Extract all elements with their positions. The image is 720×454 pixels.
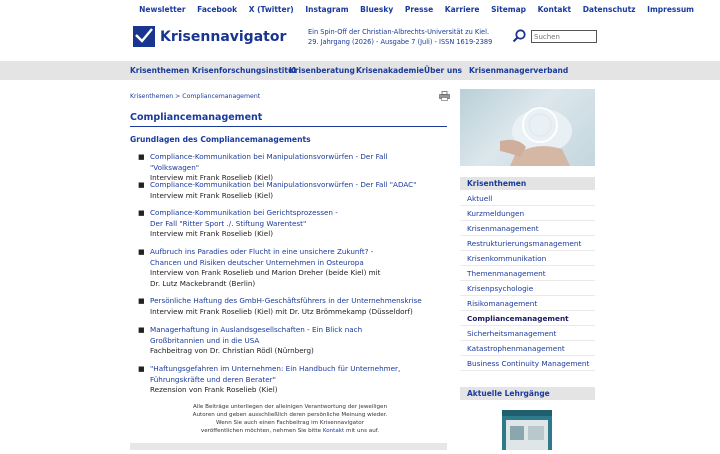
list-item: ■ Compliance-Kommunikation bei Gerichtsp… (138, 208, 438, 240)
search-input[interactable] (531, 30, 597, 43)
hero-image (460, 89, 595, 166)
site-logo[interactable]: Krisennavigator (133, 26, 286, 47)
nav-item-krisenberatung[interactable]: Krisenberatung (289, 66, 355, 75)
article-meta: Interview von Frank Roselieb und Marion … (150, 268, 381, 277)
top-link-kontakt[interactable]: Kontakt (538, 5, 571, 14)
bullet-icon: ■ (138, 297, 145, 305)
article-link-line-2[interactable]: Chancen und Risiken deutscher Unternehme… (150, 258, 438, 269)
page-title: Compliancemanagement (130, 112, 447, 127)
article-meta-line-2: Dr. Lutz Mackebrandt (Berlin) (150, 278, 256, 288)
breadcrumb[interactable]: Krisenthemen > Compliancemanagement (130, 93, 260, 100)
top-link-newsletter[interactable]: Newsletter (139, 5, 185, 14)
sidebar-item-themenmanagement[interactable]: Themenmanagement (460, 266, 595, 281)
course-brochure-image[interactable] (502, 410, 552, 450)
top-link-impressum[interactable]: Impressum (647, 5, 694, 14)
contact-link[interactable]: Kontakt (323, 428, 344, 434)
top-link-karriere[interactable]: Karriere (445, 5, 480, 14)
sidebar-item-katastrophenmanagement[interactable]: Katastrophenmanagement (460, 341, 595, 356)
article-link-line-2[interactable]: Großbritannien und in die USA (150, 336, 438, 347)
article-link[interactable]: Aufbruch ins Paradies oder Flucht in ein… (150, 247, 438, 258)
article-link-line-2[interactable]: Führungskräfte und deren Berater" (150, 375, 438, 386)
search-icon[interactable] (512, 29, 526, 43)
article-link[interactable]: Persönliche Haftung des GmbH-Geschäftsfü… (150, 296, 438, 307)
sidebar-item-sicherheitsmanagement[interactable]: Sicherheitsmanagement (460, 326, 595, 341)
bullet-icon: ■ (138, 153, 145, 161)
list-item: ■ "Haftungsgefahren im Unternehmen: Ein … (138, 364, 438, 396)
top-link-instagram[interactable]: Instagram (305, 5, 348, 14)
list-item: ■ Aufbruch ins Paradies oder Flucht in e… (138, 247, 438, 289)
article-link[interactable]: Compliance-Kommunikation bei Manipulatio… (150, 180, 438, 191)
bullet-icon: ■ (138, 181, 145, 189)
sidebar-heading[interactable]: Krisenthemen (460, 177, 595, 190)
sidebar-item-business-continuity-management[interactable]: Business Continuity Management (460, 356, 595, 371)
bullet-icon: ■ (138, 365, 145, 373)
article-meta: Interview mit Frank Roselieb (Kiel) (150, 229, 274, 238)
tagline: Ein Spin-Off der Christian-Albrechts-Uni… (308, 27, 492, 47)
nav-item-ueber-uns[interactable]: Über uns (424, 66, 462, 75)
list-item: ■ Compliance-Kommunikation bei Manipulat… (138, 152, 438, 184)
top-link-presse[interactable]: Presse (405, 5, 433, 14)
sidebar-item-kurzmeldungen[interactable]: Kurzmeldungen (460, 206, 595, 221)
top-link-datenschutz[interactable]: Datenschutz (583, 5, 636, 14)
content-footer-band (130, 443, 447, 450)
disclaimer-line-2: Autoren und geben ausschließlich deren p… (192, 412, 388, 418)
disclaimer: Alle Beiträge unterliegen der alleinigen… (180, 403, 400, 435)
sidebar-menu: Aktuell Kurzmeldungen Krisenmanagement R… (460, 191, 595, 371)
bullet-icon: ■ (138, 326, 145, 334)
main-navigation: Krisenthemen Krisenforschungsinstitut Kr… (0, 61, 720, 80)
top-link-x-twitter[interactable]: X (Twitter) (249, 5, 294, 14)
top-link-sitemap[interactable]: Sitemap (491, 5, 526, 14)
nav-item-krisenmanagerverband[interactable]: Krisenmanagerverband (469, 66, 568, 75)
print-icon[interactable] (439, 91, 450, 101)
bullet-icon: ■ (138, 248, 145, 256)
brand-name: Krisennavigator (160, 28, 287, 45)
article-meta: Interview mit Frank Roselieb (Kiel) mit … (150, 306, 413, 316)
sidebar-item-krisenkommunikation[interactable]: Krisenkommunikation (460, 251, 595, 266)
bullet-icon: ■ (138, 209, 145, 217)
list-item: ■ Persönliche Haftung des GmbH-Geschäfts… (138, 296, 438, 317)
top-links: Newsletter Facebook X (Twitter) Instagra… (130, 5, 694, 14)
list-item: ■ Managerhaftung in Auslandsgesellschaft… (138, 325, 438, 357)
section-subheading: Grundlagen des Compliancemanagements (130, 135, 311, 144)
sidebar-item-compliancemanagement[interactable]: Compliancemanagement (460, 311, 595, 326)
list-item: ■ Compliance-Kommunikation bei Manipulat… (138, 180, 438, 201)
article-meta: Rezension von Frank Roselieb (Kiel) (150, 385, 278, 394)
nav-item-krisenforschungsinstitut[interactable]: Krisenforschungsinstitut (192, 66, 297, 75)
article-link[interactable]: "Haftungsgefahren im Unternehmen: Ein Ha… (150, 364, 438, 375)
sidebar-heading-courses[interactable]: Aktuelle Lehrgänge (460, 387, 595, 400)
top-link-bluesky[interactable]: Bluesky (360, 5, 393, 14)
disclaimer-text: veröffentlichen möchten, nehmen Sie bitt… (200, 428, 322, 434)
article-link[interactable]: Compliance-Kommunikation bei Manipulatio… (150, 152, 438, 173)
article-link-line-2[interactable]: Der Fall "Ritter Sport ./. Stiftung Ware… (150, 219, 438, 230)
disclaimer-line-1: Alle Beiträge unterliegen der alleinigen… (192, 404, 388, 410)
sidebar-item-aktuell[interactable]: Aktuell (460, 191, 595, 206)
sidebar-item-restrukturierungsmanagement[interactable]: Restrukturierungsmanagement (460, 236, 595, 251)
article-meta: Interview mit Frank Roselieb (Kiel) (150, 190, 274, 200)
article-link[interactable]: Managerhaftung in Auslandsgesellschaften… (150, 325, 438, 336)
article-link[interactable]: Compliance-Kommunikation bei Gerichtspro… (150, 208, 438, 219)
disclaimer-line-4: veröffentlichen möchten, nehmen Sie bitt… (180, 427, 400, 435)
top-link-facebook[interactable]: Facebook (197, 5, 237, 14)
sidebar-item-risikomanagement[interactable]: Risikomanagement (460, 296, 595, 311)
tagline-line-2: 29. Jahrgang (2026) - Ausgabe 7 (Juli) -… (308, 38, 493, 46)
sidebar-item-krisenmanagement[interactable]: Krisenmanagement (460, 221, 595, 236)
nav-item-krisenakademie[interactable]: Krisenakademie (356, 66, 424, 75)
disclaimer-text-end: mit uns auf. (346, 428, 380, 434)
disclaimer-line-3: Wenn Sie auch einen Fachbeitrag im Krise… (216, 420, 364, 426)
tagline-line-1: Ein Spin-Off der Christian-Albrechts-Uni… (308, 28, 490, 36)
checkmark-logo-icon (133, 26, 155, 47)
article-meta: Fachbeitrag von Dr. Christian Rödl (Nürn… (150, 346, 314, 355)
nav-item-krisenthemen[interactable]: Krisenthemen (130, 66, 189, 75)
sidebar-item-krisenpsychologie[interactable]: Krisenpsychologie (460, 281, 595, 296)
